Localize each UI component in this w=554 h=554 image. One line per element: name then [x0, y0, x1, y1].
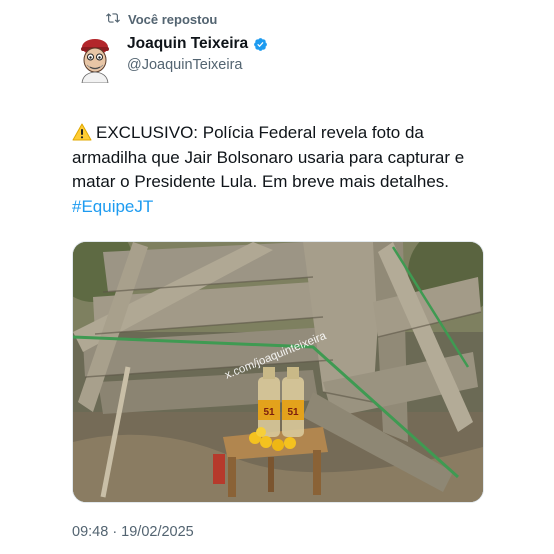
tweet-line-3: matar o Presidente Lula. Em breve mais d…	[72, 172, 450, 191]
hashtag-link[interactable]: #EquipeJT	[72, 195, 502, 220]
bottle-label-1: 51	[263, 407, 275, 418]
tweet-timestamp[interactable]: 09:48 · 19/02/2025	[72, 524, 194, 540]
tweet-text: EXCLUSIVO: Polícia Federal revela foto d…	[72, 121, 502, 219]
warning-icon	[72, 123, 92, 141]
tweet-line-1-text: EXCLUSIVO: Polícia Federal revela foto d…	[96, 123, 424, 142]
avatar[interactable]	[75, 35, 115, 84]
repost-icon	[106, 11, 120, 28]
author-handle[interactable]: @JoaquinTeixeira	[127, 57, 242, 73]
verified-badge-icon	[253, 37, 268, 52]
repost-label: Você repostou	[128, 12, 218, 27]
bottle-label-2: 51	[287, 407, 299, 418]
repost-indicator: Você repostou	[106, 11, 217, 28]
author-name[interactable]: Joaquin Teixeira	[127, 35, 248, 53]
tweet-media-image[interactable]: 51 51 x.com/joaquinteixeira	[72, 241, 484, 503]
tweet-line-1: EXCLUSIVO: Polícia Federal revela foto d…	[72, 121, 502, 146]
tweet-line-2: armadilha que Jair Bolsonaro usaria para…	[72, 147, 465, 167]
